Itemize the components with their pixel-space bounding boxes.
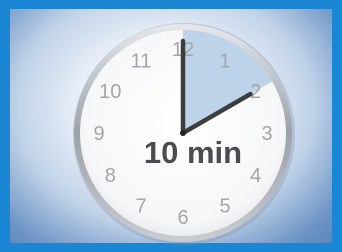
hour-number: 6	[177, 207, 188, 229]
hour-number: 1	[219, 50, 230, 72]
hour-number: 9	[93, 123, 104, 145]
timer-frame: 121234567891011 10 min	[0, 0, 342, 252]
hour-number: 3	[261, 123, 272, 145]
clock-face: 121234567891011 10 min	[73, 23, 295, 245]
hour-number: 5	[219, 196, 230, 218]
hour-number: 8	[105, 165, 116, 187]
timer-label: 10 min	[144, 135, 242, 170]
hour-number: 7	[135, 196, 146, 218]
hour-number: 11	[131, 50, 152, 72]
hour-number: 10	[99, 81, 121, 103]
hour-number: 2	[250, 81, 261, 103]
center-hub	[180, 130, 186, 136]
hour-number: 4	[250, 165, 261, 187]
